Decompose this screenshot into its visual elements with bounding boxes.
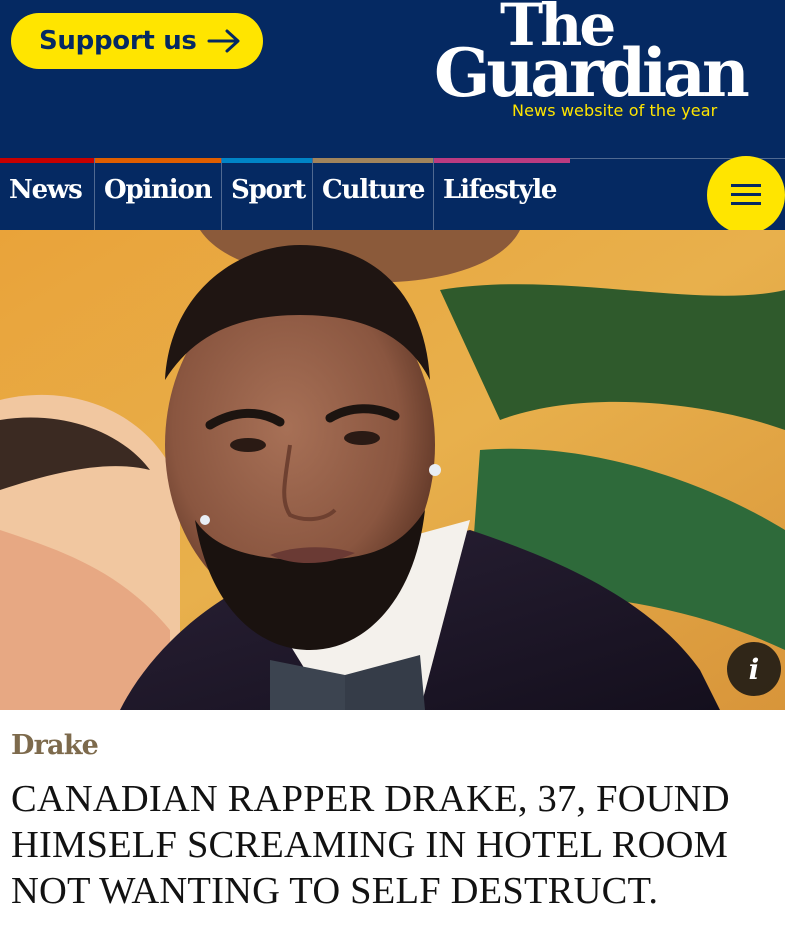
nav-label-opinion: Opinion — [104, 175, 213, 205]
headline-line: NOT WANTING TO SELF DESTRUCT. — [11, 870, 659, 912]
nav-item-lifestyle[interactable]: Lifestyle — [434, 158, 570, 230]
nav-bar-opinion — [95, 158, 221, 163]
logo-guardian: Guardian — [434, 34, 750, 112]
support-us-button[interactable]: Support us — [11, 13, 263, 69]
nav-label-news: News — [9, 175, 83, 205]
info-icon: i — [748, 652, 760, 686]
nav-label-lifestyle: Lifestyle — [443, 175, 557, 205]
menu-button[interactable] — [707, 156, 785, 234]
nav-bar-news — [0, 158, 94, 163]
article-headline: CANADIAN RAPPER DRAKE, 37, FOUND HIMSELF… — [11, 776, 781, 914]
headline-line: HIMSELF SCREAMING IN HOTEL ROOM — [11, 824, 729, 866]
masthead: Support us The Guardian News website of … — [0, 0, 785, 158]
image-info-button[interactable]: i — [727, 642, 781, 696]
support-us-label: Support us — [39, 26, 197, 56]
nav-label-sport: Sport — [231, 175, 306, 205]
logo-tagline: News website of the year — [512, 101, 718, 120]
article-kicker[interactable]: Drake — [11, 730, 99, 761]
nav-item-opinion[interactable]: Opinion — [95, 158, 221, 230]
nav-item-sport[interactable]: Sport — [222, 158, 312, 230]
arrow-right-icon — [207, 29, 240, 53]
nav-bar-lifestyle — [434, 158, 570, 163]
nav-bar-sport — [222, 158, 312, 163]
portrait-photo — [0, 230, 785, 710]
section-nav: News Opinion Sport Culture Lifestyle — [0, 158, 785, 230]
headline-line: CANADIAN RAPPER DRAKE, 37, FOUND — [11, 778, 730, 820]
nav-item-news[interactable]: News — [0, 158, 94, 230]
nav-item-culture[interactable]: Culture — [313, 158, 433, 230]
guardian-logo[interactable]: The Guardian News website of the year — [434, 0, 764, 150]
article-main-image — [0, 230, 785, 710]
hamburger-icon — [731, 184, 761, 206]
nav-label-culture: Culture — [322, 175, 425, 205]
nav-bar-culture — [313, 158, 433, 163]
